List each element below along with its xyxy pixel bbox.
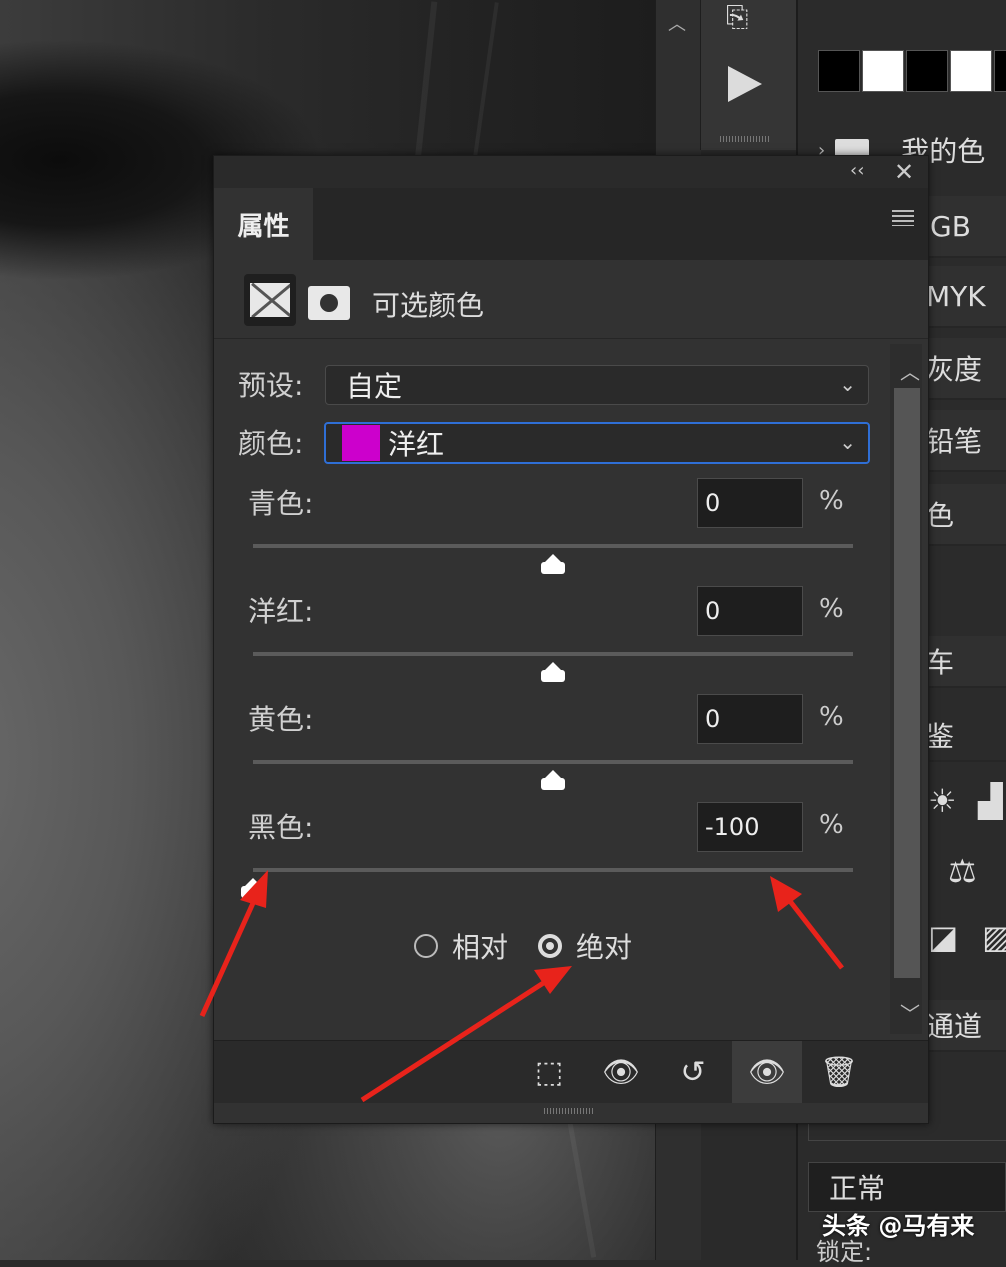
levels-icon[interactable]: ▟ (978, 782, 1003, 820)
percent-unit: % (819, 594, 844, 624)
radio-absolute[interactable]: 绝对 (538, 926, 632, 966)
color-swatch[interactable] (906, 50, 948, 92)
slider-track[interactable] (253, 868, 853, 872)
slider-track[interactable] (253, 760, 853, 764)
radio-relative[interactable]: 相对 (414, 926, 508, 966)
panel-titlebar[interactable]: ‹‹ ✕ (214, 156, 928, 188)
panel-item-color[interactable]: 色 (926, 484, 1006, 546)
panel-item-pencil[interactable]: 铅笔 (926, 410, 1006, 472)
panel-item-grayscale[interactable]: 灰度 (926, 338, 1006, 400)
panel-tab-adjust[interactable]: 鉴 (926, 710, 1006, 762)
clip-to-layer-icon[interactable]: ⬚ (514, 1041, 584, 1103)
panel-item-cmyk[interactable]: MYK (926, 266, 1006, 328)
slider-value-input[interactable]: 0 (697, 694, 803, 744)
slider-thumb[interactable] (541, 662, 565, 682)
radio-relative-label: 相对 (452, 931, 509, 964)
layer-mask-icon[interactable] (308, 286, 350, 320)
color-swatch[interactable] (950, 50, 992, 92)
panel-item-label: 灰度 (926, 353, 983, 386)
slider-track[interactable] (253, 544, 853, 548)
colors-label: 颜色: (238, 427, 304, 460)
color-swatch[interactable] (862, 50, 904, 92)
slider-label: 青色: (248, 487, 314, 520)
slider-label: 洋红: (248, 595, 314, 628)
close-icon[interactable]: ✕ (894, 158, 914, 186)
chevron-up-icon[interactable]: ︿ (900, 356, 920, 385)
watermark: 头条 @马有来 (822, 1212, 975, 1240)
slider-thumb[interactable] (541, 554, 565, 574)
percent-unit: % (819, 810, 844, 840)
delete-icon[interactable]: 🗑 (804, 1041, 874, 1103)
resize-grip[interactable] (544, 1108, 594, 1114)
panel-item-label: MYK (926, 279, 986, 313)
color-swatch (342, 425, 380, 461)
blend-mode-value: 正常 (829, 1172, 886, 1205)
adjustment-layer-icon[interactable] (244, 274, 296, 326)
panel-item-label: 色 (926, 499, 955, 532)
tab-properties[interactable]: 属性 (214, 188, 313, 260)
panel-menu-icon[interactable] (892, 210, 914, 226)
slider-value-input[interactable]: -100 (697, 802, 803, 852)
radio-circle[interactable] (538, 934, 563, 958)
toggle-visibility-icon[interactable]: 👁 (732, 1041, 802, 1103)
panel-tabbar: 属性 (214, 188, 928, 260)
scrollbar-thumb[interactable] (894, 388, 920, 978)
panel-item-label: GB (930, 209, 971, 243)
slider-label: 黄色: (248, 703, 314, 736)
resize-grip[interactable] (720, 136, 770, 142)
chevron-down-icon: ⌄ (839, 372, 856, 396)
reset-icon[interactable]: ↺ (658, 1041, 728, 1103)
preset-label: 预设: (238, 369, 304, 402)
panel-tab-label: 车 (926, 646, 955, 679)
colors-select[interactable]: 洋红 ⌄ (324, 422, 870, 464)
chevron-down-icon[interactable]: ﹀ (900, 998, 920, 1027)
balance-icon[interactable]: ⚖ (948, 852, 977, 890)
play-icon[interactable] (728, 66, 762, 102)
panel-tab-channels[interactable]: 通道 (926, 1000, 1006, 1052)
slider-track[interactable] (253, 652, 853, 656)
color-swatch[interactable] (994, 50, 1006, 92)
brightness-icon[interactable]: ☀ (928, 782, 957, 820)
slider-label: 黑色: (248, 811, 314, 844)
panel-tab-label: 鉴 (926, 720, 955, 753)
percent-unit: % (819, 486, 844, 516)
slider-value-input[interactable]: 0 (697, 478, 803, 528)
double-chevron-left-icon[interactable]: ‹‹ (850, 160, 864, 181)
slider-thumb[interactable] (541, 770, 565, 790)
preset-value: 自定 (346, 370, 403, 403)
panel-footer: ⬚ 👁 ↺ 👁 🗑 (214, 1040, 928, 1103)
slider-thumb[interactable] (241, 878, 265, 898)
method-radio-group: 相对 绝对 (414, 926, 632, 966)
panel-tab-library[interactable]: 车 (926, 636, 1006, 688)
view-previous-icon[interactable]: 👁 (586, 1041, 656, 1103)
properties-panel: ‹‹ ✕ 属性 可选颜色 预设: 自定 ⌄ 颜色: 洋红 ⌄ 青色: 0% 洋红: 0… (213, 155, 929, 1124)
invert-icon[interactable]: ◪ (928, 918, 958, 956)
panel-tab-label: 通道 (926, 1010, 983, 1043)
color-swatch[interactable] (818, 50, 860, 92)
percent-unit: % (819, 702, 844, 732)
slider-value-input[interactable]: 0 (697, 586, 803, 636)
chevron-up-icon[interactable]: ︿ (668, 10, 686, 36)
swatch-row (818, 50, 1006, 92)
gradient-map-icon[interactable]: ▨ (982, 918, 1006, 956)
blend-mode-select[interactable]: 正常 (808, 1162, 1006, 1212)
history-icon[interactable]: ⎘ (726, 0, 748, 34)
colors-value: 洋红 (388, 428, 445, 461)
radio-absolute-label: 绝对 (576, 931, 633, 964)
chevron-down-icon: ⌄ (839, 430, 856, 454)
panel-item-rgb[interactable]: GB (926, 196, 1006, 258)
panel-item-label: 铅笔 (926, 425, 983, 458)
adjustment-title: 可选颜色 (372, 289, 485, 322)
adjustment-header: 可选颜色 (214, 260, 928, 339)
preset-select[interactable]: 自定 ⌄ (325, 365, 869, 405)
radio-circle[interactable] (414, 934, 438, 958)
